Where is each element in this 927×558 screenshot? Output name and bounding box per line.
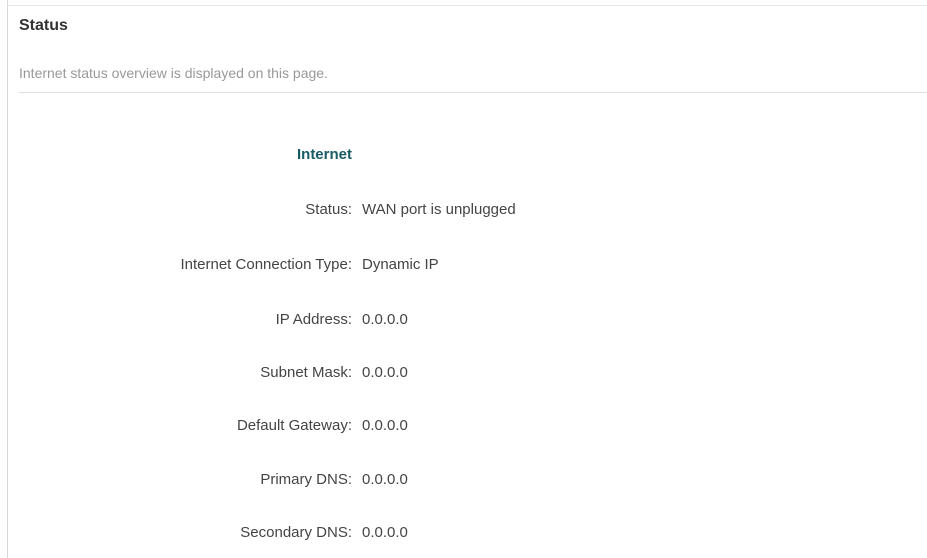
ip-address-label: IP Address: (275, 311, 352, 328)
header-divider (19, 92, 927, 93)
primary-dns-value: 0.0.0.0 (362, 471, 408, 488)
subnet-mask-row: Subnet Mask: 0.0.0.0 (0, 363, 927, 383)
top-border (7, 5, 927, 6)
primary-dns-row: Primary DNS: 0.0.0.0 (0, 470, 927, 490)
status-value: WAN port is unplugged (362, 201, 516, 218)
connection-type-label: Internet Connection Type: (180, 256, 352, 273)
internet-section-title: Internet (296, 146, 352, 163)
default-gateway-value: 0.0.0.0 (362, 417, 408, 434)
secondary-dns-label: Secondary DNS: (240, 524, 352, 541)
secondary-dns-row: Secondary DNS: 0.0.0.0 (0, 523, 927, 543)
connection-type-value: Dynamic IP (362, 256, 439, 273)
page-title: Status (19, 17, 68, 34)
ip-address-row: IP Address: 0.0.0.0 (0, 310, 927, 330)
primary-dns-label: Primary DNS: (260, 471, 352, 488)
ip-address-value: 0.0.0.0 (362, 311, 408, 328)
subnet-mask-label: Subnet Mask: (260, 364, 352, 381)
status-label: Status: (305, 201, 352, 218)
status-row: Status: WAN port is unplugged (0, 200, 927, 220)
page-description: Internet status overview is displayed on… (19, 65, 328, 81)
status-page: Status Internet status overview is displ… (0, 0, 927, 558)
secondary-dns-value: 0.0.0.0 (362, 524, 408, 541)
connection-type-row: Internet Connection Type: Dynamic IP (0, 255, 927, 275)
subnet-mask-value: 0.0.0.0 (362, 364, 408, 381)
default-gateway-label: Default Gateway: (236, 417, 352, 434)
default-gateway-row: Default Gateway: 0.0.0.0 (0, 416, 927, 436)
